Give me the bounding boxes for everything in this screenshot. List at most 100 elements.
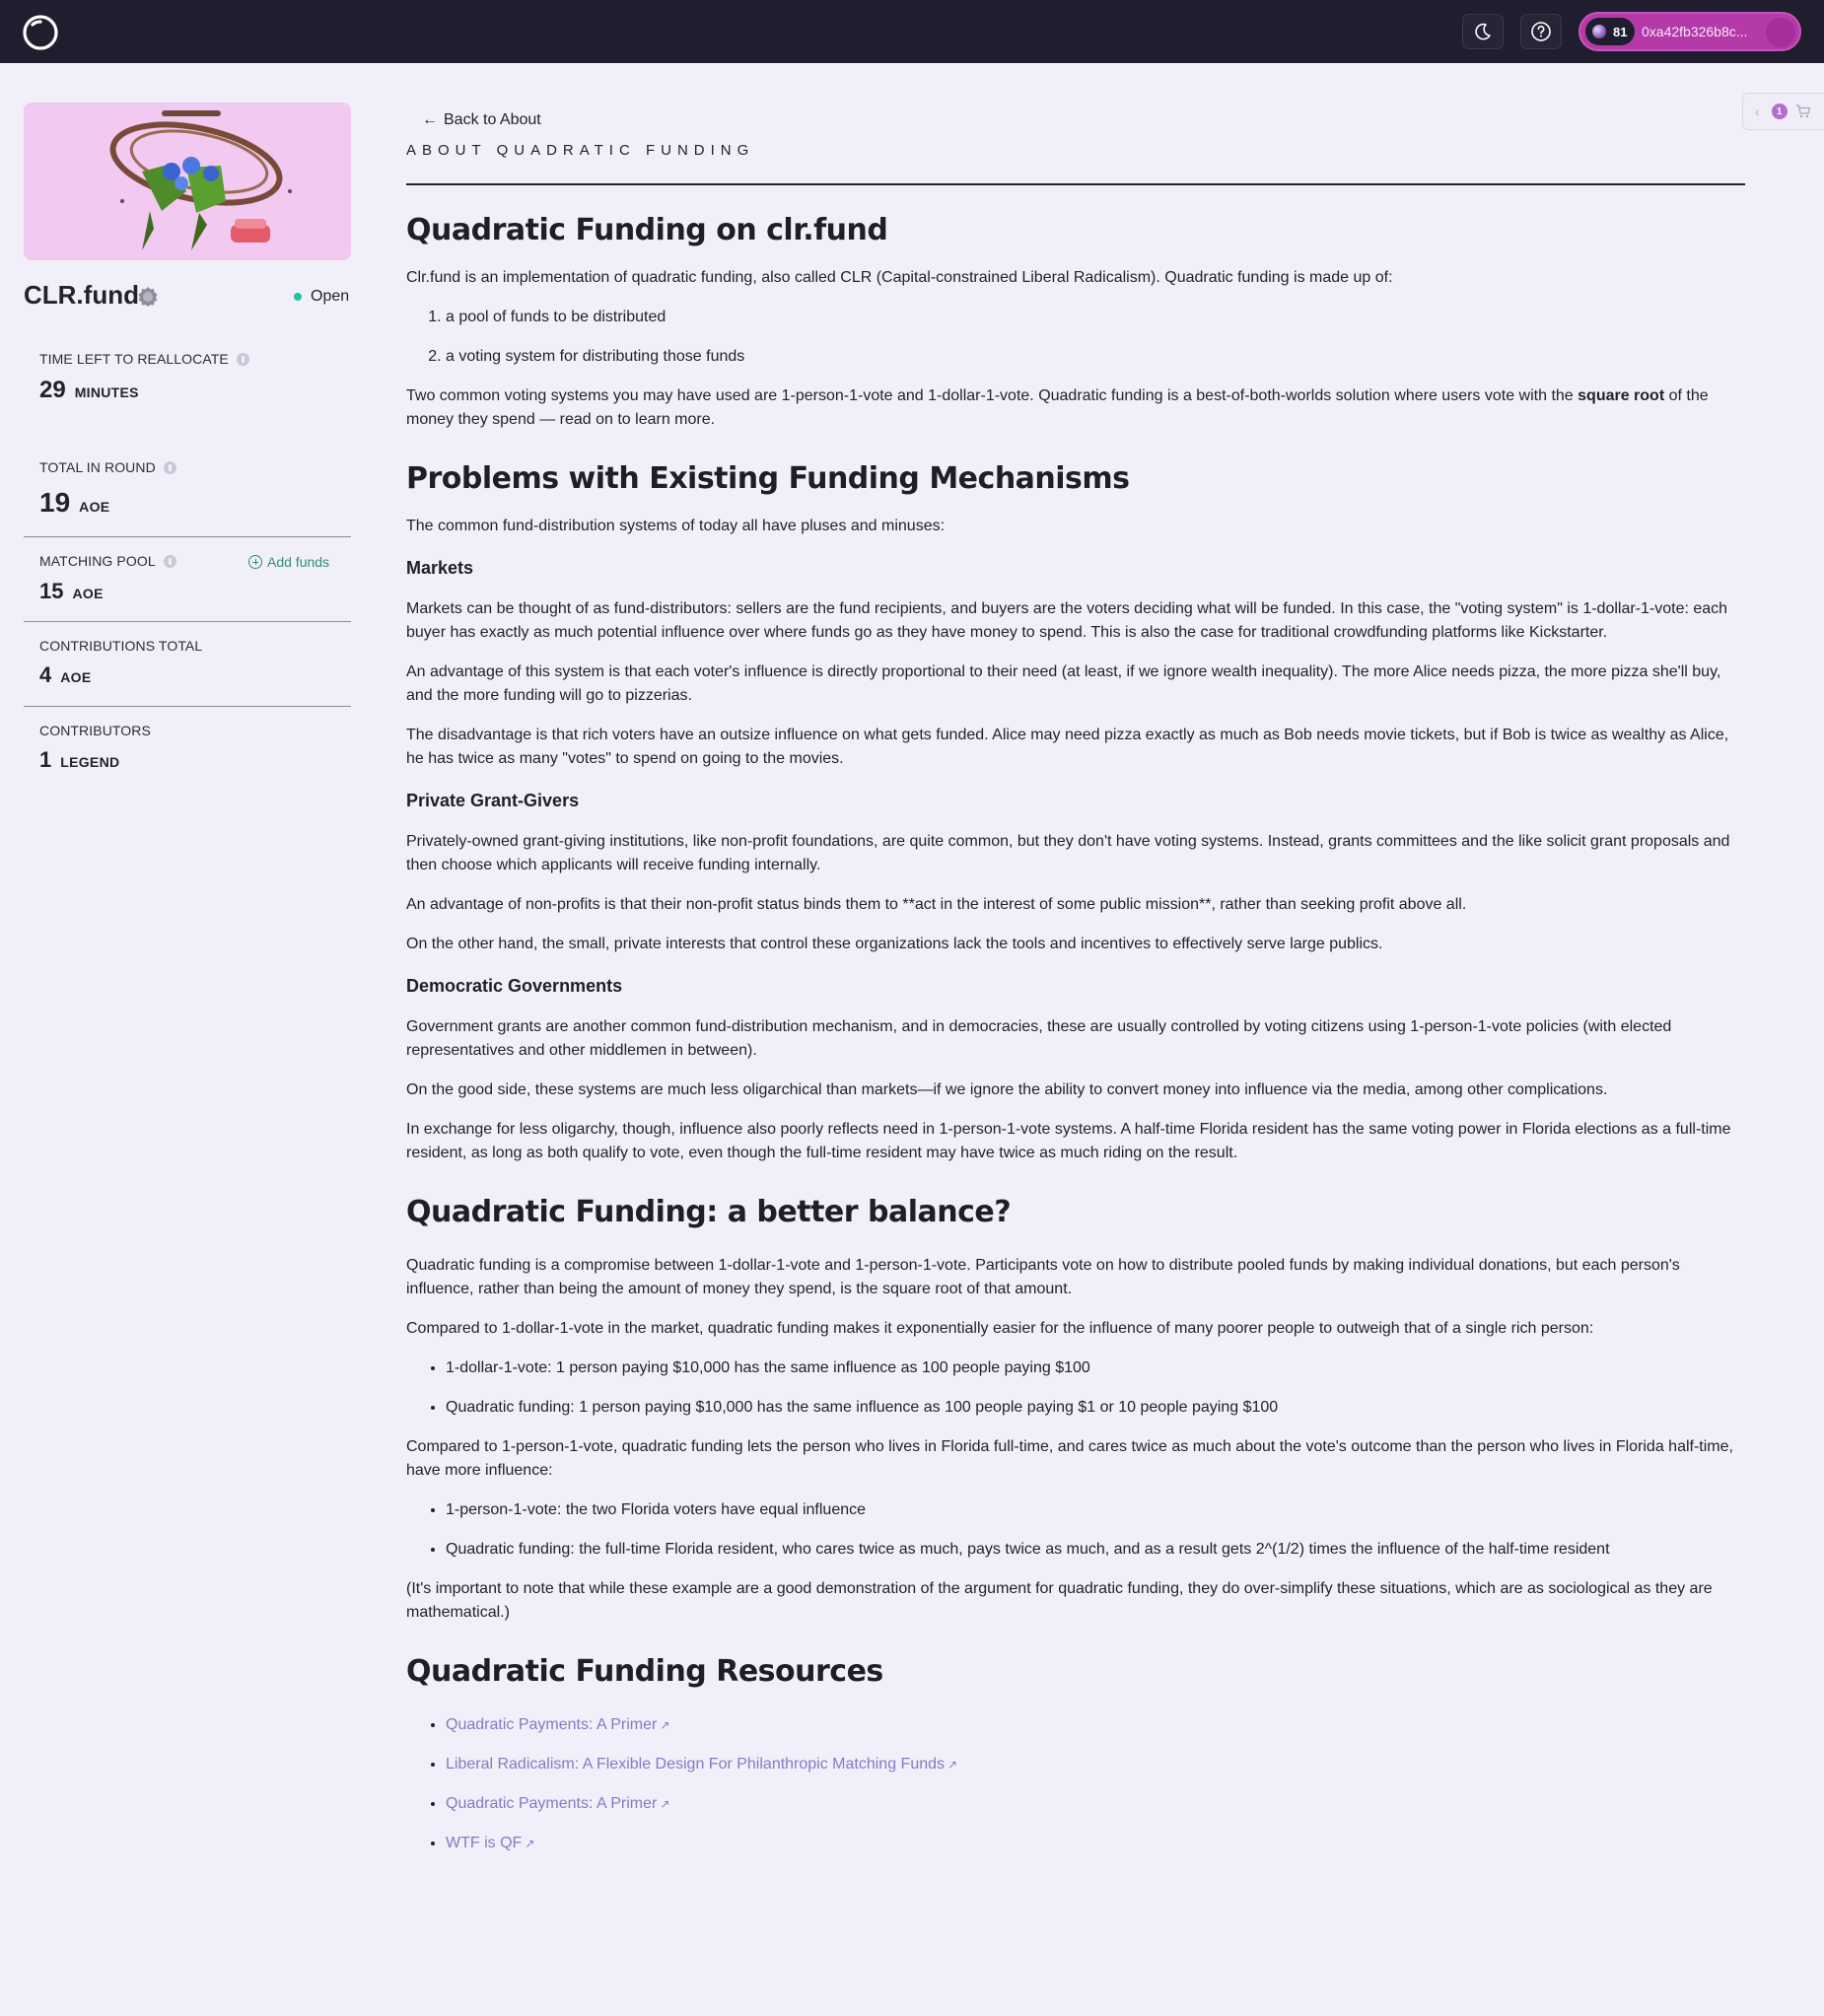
top-bar: 81 0xa42fb326b8c...	[0, 0, 1824, 63]
text-span: Two common voting systems you may have u…	[406, 387, 1578, 404]
paragraph: Clr.fund is an implementation of quadrat…	[406, 269, 1393, 286]
list-item: WTF is QF↗	[446, 1832, 1745, 1855]
ordered-list: a pool of funds to be distributed a voti…	[406, 306, 1745, 369]
back-to-about-link[interactable]: ← Back to About	[422, 104, 1745, 136]
round-status: Open	[294, 288, 349, 306]
heading-resources: Quadratic Funding Resources	[406, 1654, 883, 1689]
paragraph: On the good side, these systems are much…	[406, 1081, 1608, 1098]
list-item: a pool of funds to be distributed	[446, 306, 1745, 329]
list-item: Quadratic Payments: A Primer↗	[446, 1792, 1745, 1816]
header-rule	[406, 183, 1745, 185]
list-item: Quadratic funding: the full-time Florida…	[446, 1538, 1745, 1562]
help-button[interactable]	[1520, 14, 1562, 49]
resource-link[interactable]: WTF is QF ↗	[446, 1835, 534, 1851]
list-item: a voting system for distributing those f…	[446, 345, 1745, 369]
matching-pool-label-text: MATCHING POOL	[39, 553, 156, 569]
info-icon[interactable]	[163, 554, 176, 568]
stats-divider	[24, 706, 351, 707]
resource-link-label: WTF is QF	[446, 1835, 523, 1851]
round-image	[24, 103, 351, 260]
paragraph: (It's important to note that while these…	[406, 1580, 1713, 1621]
heading-better-balance: Quadratic Funding: a better balance?	[406, 1195, 1012, 1229]
cart-count-badge: 1	[1771, 104, 1788, 119]
total-in-round-label-text: TOTAL IN ROUND	[39, 459, 156, 475]
paragraph: On the other hand, the small, private in…	[406, 936, 1383, 952]
contributions-total-unit: AOE	[60, 669, 92, 685]
info-icon[interactable]	[163, 460, 176, 474]
clrfund-logo-icon[interactable]	[22, 14, 59, 51]
bullet-list: 1-person-1-vote: the two Florida voters …	[406, 1498, 1745, 1562]
stats-divider	[24, 621, 351, 622]
list-item: Quadratic Payments: A Primer↗	[446, 1713, 1745, 1737]
paragraph: Two common voting systems you may have u…	[406, 384, 1745, 432]
back-link-label: Back to About	[444, 111, 541, 128]
status-label: Open	[311, 288, 350, 305]
stats-divider	[24, 536, 351, 537]
wallet-address: 0xa42fb326b8c...	[1642, 24, 1748, 39]
verified-badge-icon	[138, 287, 158, 307]
time-left-unit: MINUTES	[74, 384, 139, 400]
cart-icon	[1795, 104, 1810, 118]
list-item: 1-dollar-1-vote: 1 person paying $10,000…	[446, 1356, 1745, 1380]
total-in-round-label: TOTAL IN ROUND	[39, 459, 176, 475]
paragraph: An advantage of non-profits is that thei…	[406, 896, 1467, 913]
list-item: Quadratic funding: 1 person paying $10,0…	[446, 1396, 1745, 1420]
status-dot	[294, 293, 302, 301]
question-icon	[1531, 22, 1551, 41]
moon-icon	[1475, 23, 1491, 40]
contributions-total-label: CONTRIBUTIONS TOTAL	[39, 638, 202, 654]
resources-list: Quadratic Payments: A Primer↗ Liberal Ra…	[406, 1713, 1745, 1855]
list-item: 1-person-1-vote: the two Florida voters …	[446, 1498, 1745, 1522]
contributors-value: 1 LEGEND	[39, 747, 119, 773]
time-left-number: 29	[39, 377, 66, 403]
info-icon[interactable]	[236, 352, 249, 366]
bold-text: square root	[1578, 387, 1665, 404]
contributions-total-value: 4 AOE	[39, 662, 92, 688]
matching-pool-unit: AOE	[72, 586, 104, 601]
wallet-button[interactable]: 81 0xa42fb326b8c...	[1578, 12, 1801, 51]
resource-link-label: Liberal Radicalism: A Flexible Design Fo…	[446, 1756, 946, 1773]
wallet-balance-pill: 81	[1585, 18, 1635, 45]
paragraph: An advantage of this system is that each…	[406, 663, 1721, 704]
heading-problems: Problems with Existing Funding Mechanism…	[406, 461, 1130, 496]
time-left-value: 29 MINUTES	[39, 377, 139, 404]
add-funds-label: Add funds	[267, 554, 330, 570]
matching-pool-label: MATCHING POOL	[39, 553, 176, 569]
heading-markets: Markets	[406, 558, 474, 578]
paragraph: Markets can be thought of as fund-distri…	[406, 600, 1728, 641]
heading-democratic-governments: Democratic Governments	[406, 976, 623, 996]
plus-circle-icon	[248, 555, 262, 569]
wallet-avatar	[1592, 25, 1606, 38]
contributors-number: 1	[39, 747, 52, 772]
time-left-label: TIME LEFT TO REALLOCATE	[39, 351, 249, 367]
contributors-label-text: CONTRIBUTORS	[39, 723, 151, 738]
resource-link[interactable]: Liberal Radicalism: A Flexible Design Fo…	[446, 1756, 957, 1773]
add-funds-link[interactable]: Add funds	[248, 554, 329, 570]
main-content: ← Back to About ABOUT QUADRATIC FUNDING …	[406, 104, 1745, 1855]
paragraph: Compared to 1-dollar-1-vote in the marke…	[406, 1320, 1594, 1337]
paragraph: The common fund-distribution systems of …	[406, 518, 946, 534]
external-link-icon: ↗	[947, 1758, 958, 1772]
theme-toggle-button[interactable]	[1462, 14, 1504, 49]
total-in-round-unit: AOE	[79, 499, 110, 515]
paragraph: Privately-owned grant-giving institution…	[406, 833, 1730, 873]
page-eyebrow: ABOUT QUADRATIC FUNDING	[406, 142, 755, 159]
time-left-label-text: TIME LEFT TO REALLOCATE	[39, 351, 229, 367]
arrow-left-icon: ←	[422, 111, 438, 128]
resource-link[interactable]: Quadratic Payments: A Primer ↗	[446, 1795, 669, 1812]
round-name: CLR.fund	[24, 280, 139, 310]
contributions-total-number: 4	[39, 662, 52, 687]
resource-link[interactable]: Quadratic Payments: A Primer ↗	[446, 1716, 669, 1733]
contributions-total-label-text: CONTRIBUTIONS TOTAL	[39, 638, 203, 654]
total-in-round-number: 19	[39, 487, 71, 518]
cart-toggle[interactable]: ‹ 1	[1742, 93, 1824, 130]
paragraph: Quadratic funding is a compromise betwee…	[406, 1257, 1680, 1297]
bullet-list: 1-dollar-1-vote: 1 person paying $10,000…	[406, 1356, 1745, 1420]
external-link-icon: ↗	[660, 1797, 670, 1811]
paragraph: The disadvantage is that rich voters hav…	[406, 727, 1729, 767]
wallet-profile-avatar	[1766, 18, 1795, 47]
paragraph: Compared to 1-person-1-vote, quadratic f…	[406, 1438, 1733, 1479]
paragraph: Government grants are another common fun…	[406, 1018, 1672, 1059]
contributors-unit: LEGEND	[60, 754, 120, 770]
paragraph: In exchange for less oligarchy, though, …	[406, 1121, 1731, 1161]
